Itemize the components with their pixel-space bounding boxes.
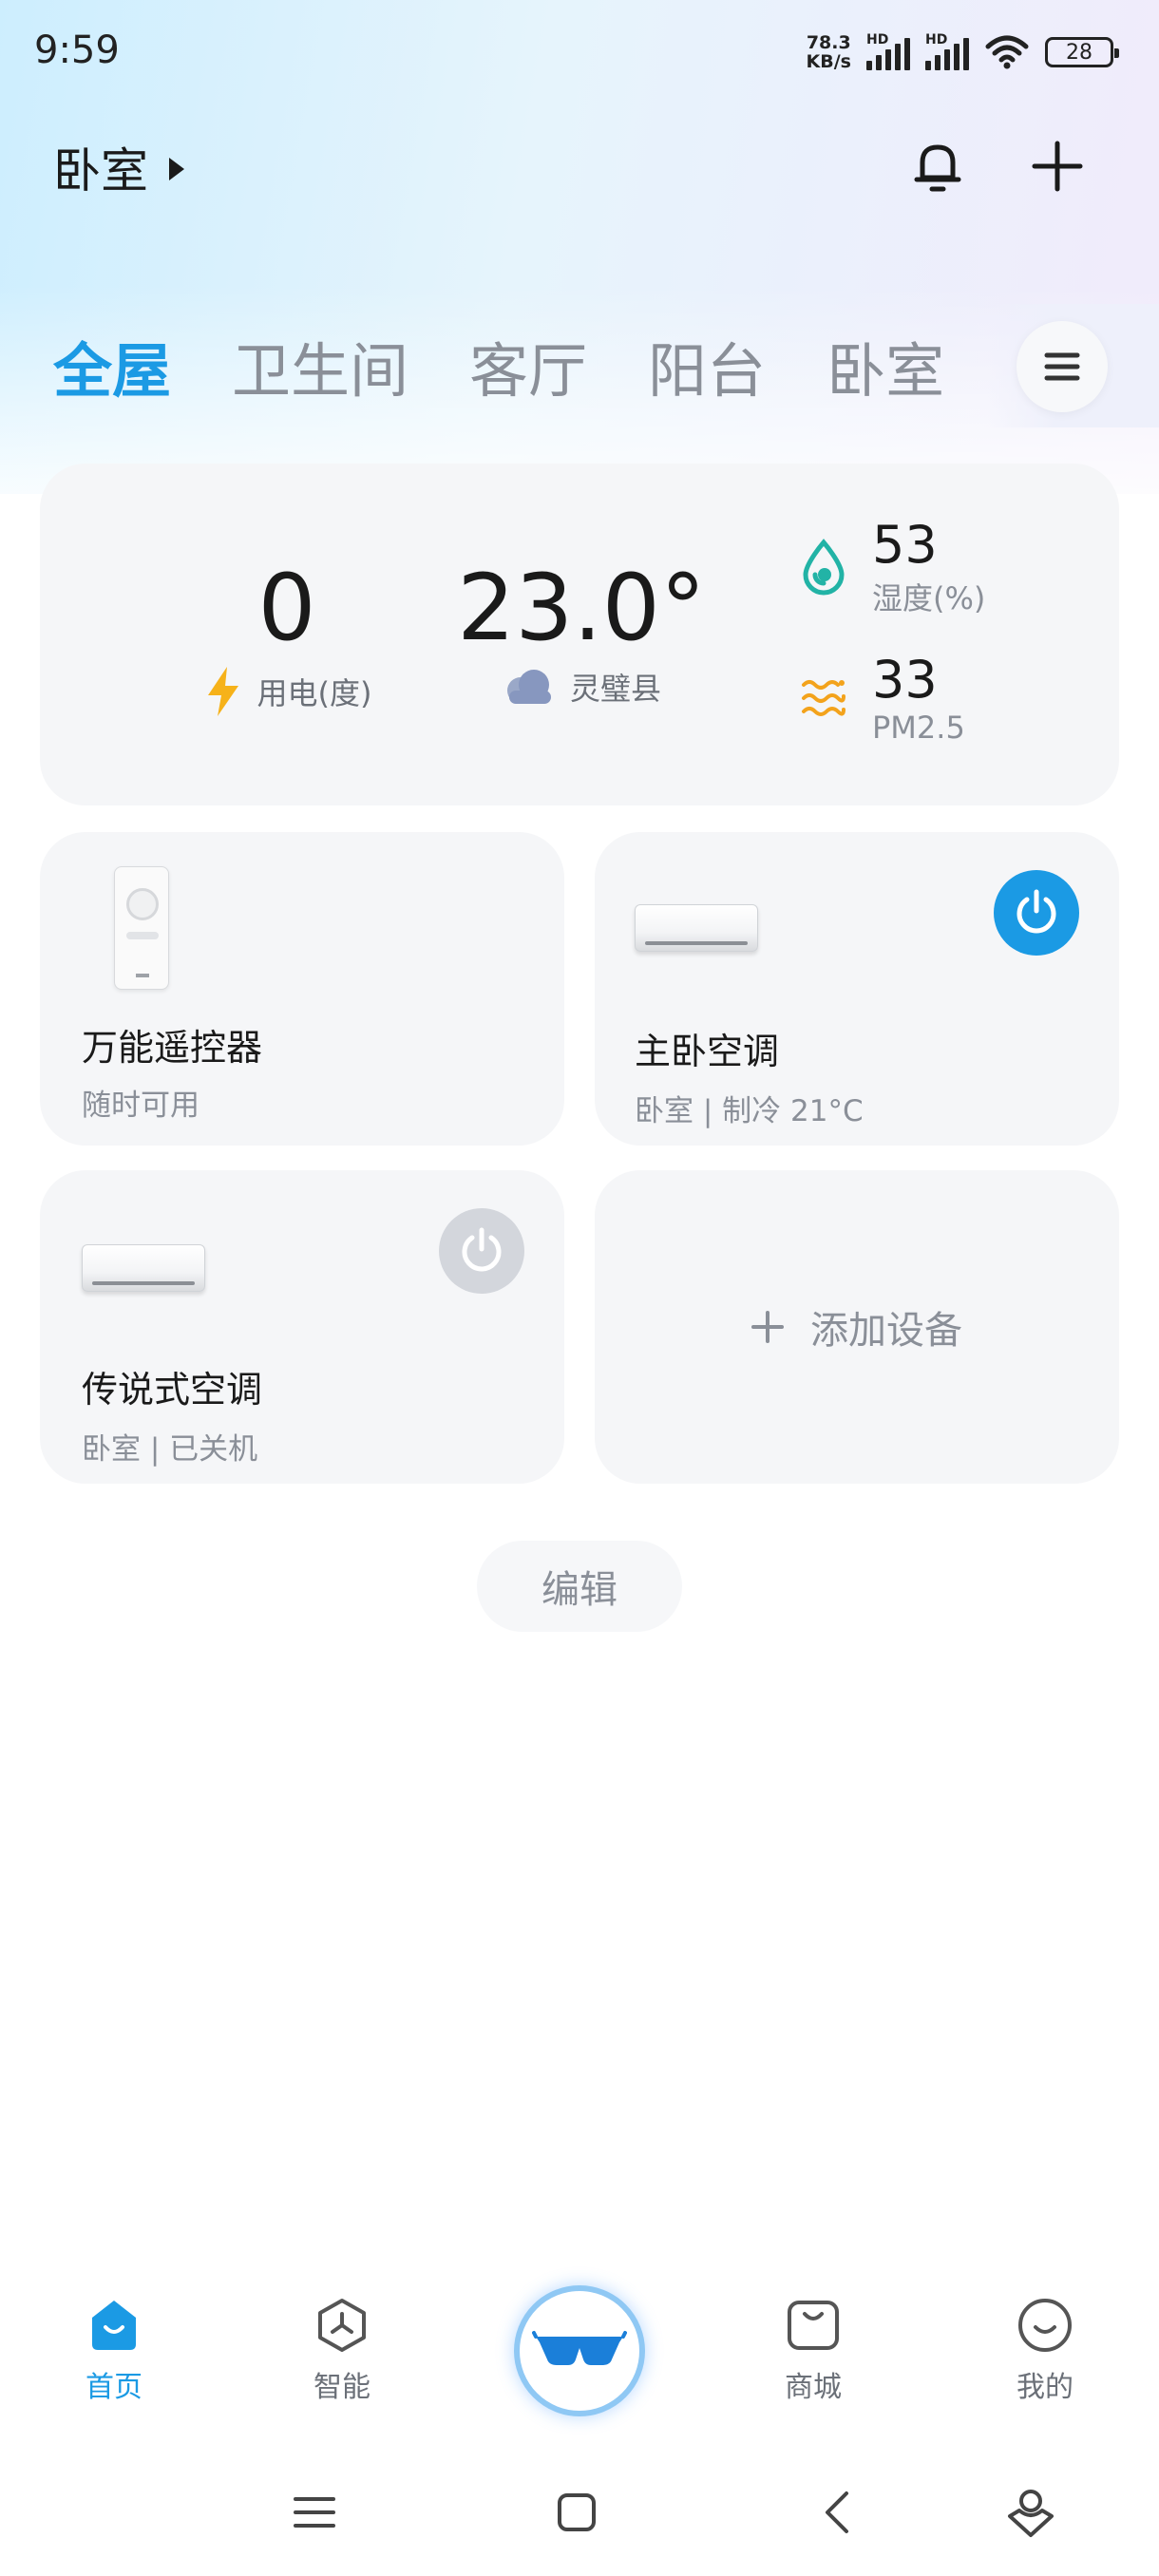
power-button-off[interactable]: [439, 1208, 524, 1294]
add-device-card[interactable]: 添加设备: [595, 1170, 1119, 1484]
plus-icon: [751, 1311, 784, 1343]
hd-label: HD: [925, 32, 948, 47]
battery-level: 28: [1066, 40, 1092, 65]
device-status: 卧室 | 制冷 21°C: [635, 1094, 864, 1128]
tab-bathroom[interactable]: 卫生间: [232, 323, 408, 408]
room-selector[interactable]: 卧室: [53, 133, 184, 201]
bell-icon: [914, 144, 961, 192]
network-speed-value: 78.3: [806, 32, 851, 53]
signal-icon-sim1: HD: [866, 32, 910, 70]
shop-bag-icon: [788, 2301, 839, 2350]
room-title: 卧室: [53, 143, 148, 199]
nav-shop[interactable]: 商城: [747, 2297, 880, 2405]
nav-profile[interactable]: 我的: [978, 2297, 1112, 2405]
nav-smart[interactable]: 智能: [276, 2297, 408, 2405]
smart-hex-icon: [318, 2299, 366, 2352]
network-speed: 78.3 KB/s: [807, 33, 851, 71]
device-card-master-ac[interactable]: 主卧空调 卧室 | 制冷 21°C: [595, 832, 1119, 1146]
status-icons: 78.3 KB/s HD HD 28: [807, 30, 1119, 74]
plus-icon: [1032, 141, 1083, 192]
tab-whole-house[interactable]: 全屋: [53, 308, 172, 408]
hd-label: HD: [866, 32, 889, 47]
device-name: 传说式空调: [82, 1369, 263, 1411]
power-label: 用电(度): [256, 675, 372, 711]
add-device-label: 添加设备: [810, 1309, 962, 1353]
power-button-on[interactable]: [994, 870, 1079, 956]
wifi-icon: [985, 35, 1029, 69]
signal-icon-sim2: HD: [925, 32, 969, 70]
cloudy-icon: [506, 670, 551, 704]
device-status: 卧室 | 已关机: [82, 1432, 258, 1467]
nav-label: 商城: [785, 2371, 842, 2404]
back-chevron-icon: [826, 2491, 848, 2533]
tab-bedroom[interactable]: 卧室: [826, 323, 944, 408]
device-name: 主卧空调: [635, 1031, 780, 1072]
environment-card[interactable]: 0 用电(度) 23.0° 灵璧县 53 湿度(%) 33 PM2.5: [40, 464, 1119, 805]
room-menu-button[interactable]: [1016, 321, 1108, 412]
tab-living-room[interactable]: 客厅: [469, 323, 587, 408]
air-conditioner-image: [82, 1244, 205, 1292]
pm25-icon: [802, 679, 846, 716]
system-home-button[interactable]: [534, 2479, 619, 2546]
weather: 23.0° 灵璧县: [448, 555, 714, 709]
system-back-button[interactable]: [794, 2479, 880, 2546]
nav-label: 首页: [86, 2371, 142, 2404]
pm25-label: PM2.5: [872, 710, 965, 746]
location-label: 灵璧县: [569, 671, 661, 707]
assistant-icon: [1008, 2490, 1054, 2537]
lightning-icon: [207, 667, 238, 716]
humidity-value: 53: [872, 515, 938, 575]
nav-label: 我的: [1016, 2371, 1074, 2404]
battery-icon: 28: [1045, 37, 1119, 67]
device-name: 万能遥控器: [82, 1027, 263, 1069]
profile-smile-icon: [1018, 2299, 1072, 2352]
square-home-icon: [558, 2493, 596, 2531]
system-menu-button[interactable]: [272, 2479, 357, 2546]
room-tabs: 全屋 卫生间 客厅 阳台 卧室: [53, 308, 944, 408]
add-button[interactable]: [1024, 133, 1091, 199]
pm25-value: 33: [872, 650, 938, 710]
menu-icon: [1044, 352, 1080, 381]
system-assistant-button[interactable]: [988, 2479, 1074, 2546]
sunglasses-icon: [532, 2331, 627, 2365]
home-icon: [92, 2301, 136, 2350]
power-value: 0: [257, 555, 316, 661]
nav-home[interactable]: 首页: [48, 2297, 180, 2405]
temperature-value: 23.0°: [457, 555, 706, 661]
air-quality: 33 PM2.5: [800, 650, 965, 746]
status-time: 9:59: [34, 28, 120, 72]
device-status: 随时可用: [82, 1089, 200, 1123]
caret-right-icon: [169, 158, 184, 180]
power-icon: [1016, 889, 1056, 934]
nav-label: 智能: [314, 2371, 370, 2404]
air-conditioner-image: [635, 904, 758, 952]
edit-button[interactable]: 编辑: [477, 1541, 682, 1632]
humidity-label: 湿度(%): [872, 580, 986, 616]
menu-lines-icon: [294, 2497, 335, 2528]
device-card-universal-remote[interactable]: 万能遥控器 随时可用: [40, 832, 564, 1146]
humidity-drop-icon: [803, 538, 845, 595]
tab-balcony[interactable]: 阳台: [648, 323, 766, 408]
voice-assistant-button[interactable]: [514, 2285, 645, 2416]
network-speed-unit: KB/s: [806, 51, 851, 72]
power-usage: 0 用电(度): [163, 555, 410, 718]
power-icon: [462, 1227, 502, 1272]
notification-button[interactable]: [904, 133, 971, 199]
humidity: 53 湿度(%): [800, 515, 985, 618]
remote-control-image: [114, 866, 169, 990]
device-card-legend-ac[interactable]: 传说式空调 卧室 | 已关机: [40, 1170, 564, 1484]
